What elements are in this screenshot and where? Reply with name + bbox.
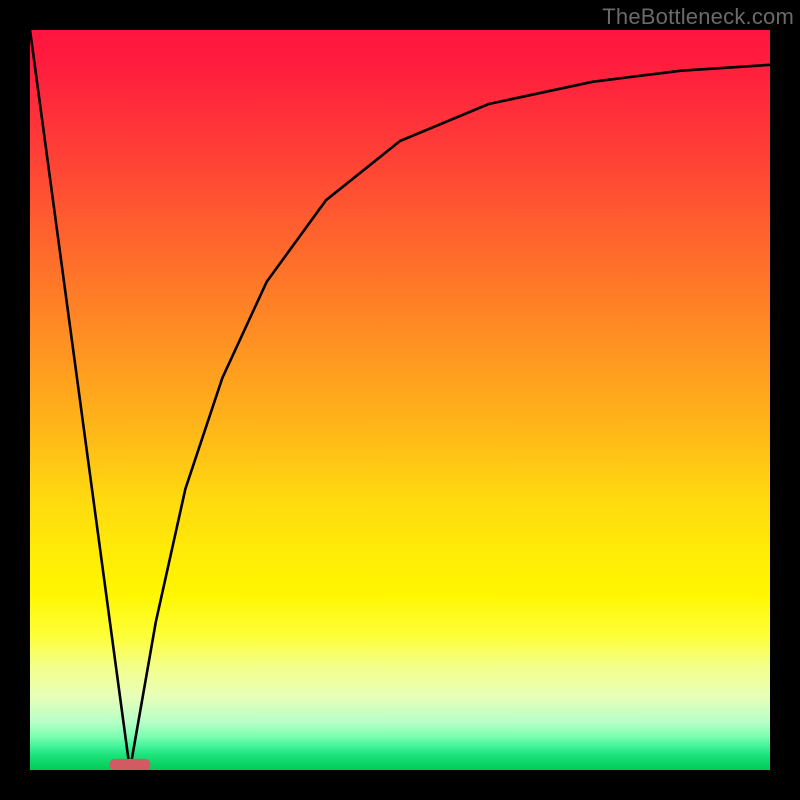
- watermark-text: TheBottleneck.com: [602, 4, 794, 30]
- baseline-marker: [110, 759, 151, 770]
- chart-frame: TheBottleneck.com: [0, 0, 800, 800]
- curve-path: [30, 30, 770, 770]
- curve-layer: [30, 30, 770, 770]
- curve-group: [30, 30, 770, 770]
- plot-area: [30, 30, 770, 770]
